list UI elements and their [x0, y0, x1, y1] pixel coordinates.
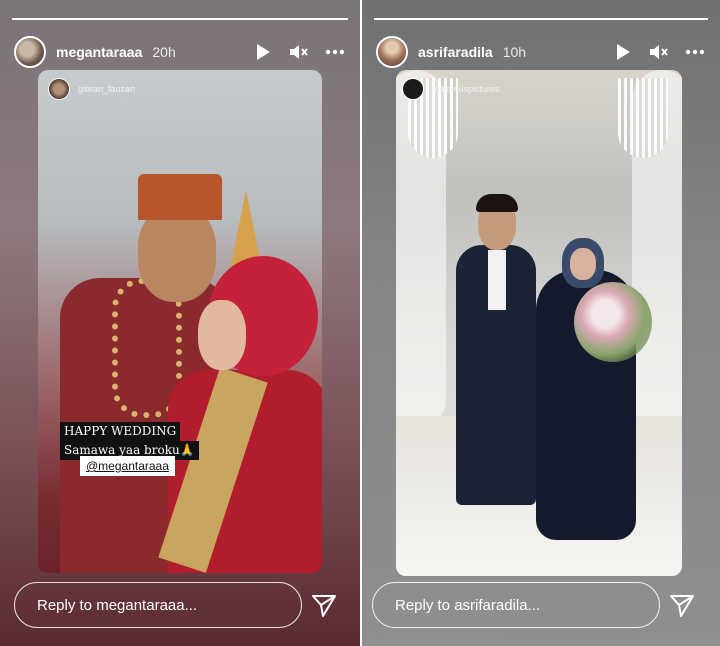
speaker-muted-icon[interactable] — [288, 41, 310, 63]
play-icon[interactable] — [252, 41, 274, 63]
avatar[interactable] — [14, 36, 46, 68]
story-progress-bar — [12, 12, 348, 26]
story-caption: HAPPY WEDDING Samawa yaa broku🙏 — [60, 422, 199, 460]
send-icon[interactable] — [669, 592, 695, 618]
caption-line-1: HAPPY WEDDING — [60, 422, 181, 441]
more-options-icon[interactable] — [324, 41, 346, 63]
reply-placeholder: Reply to asrifaradila... — [395, 596, 541, 614]
story-header: asrifaradila 10h — [376, 34, 706, 70]
story-media-wedding-photo: gibran_fauzan HAPPY WEDDING Samawa yaa b… — [38, 70, 322, 573]
story-panel-left: megantaraaa 20h gibran_fauzan HAPPY WEDD… — [0, 0, 360, 646]
avatar[interactable] — [376, 36, 408, 68]
story-progress-bar — [374, 12, 708, 26]
reply-input[interactable]: Reply to asrifaradila... — [372, 582, 660, 628]
story-media-wedding-photo: maximuspictures — [396, 70, 682, 576]
story-header: megantaraaa 20h — [14, 34, 346, 70]
story-time: 10h — [502, 44, 527, 60]
tagged-user-name: maximuspictures — [432, 84, 500, 94]
story-panel-right: asrifaradila 10h maximuspictures Reply t… — [362, 0, 720, 646]
story-username[interactable]: asrifaradila — [418, 44, 493, 60]
tagged-user[interactable]: maximuspictures — [402, 78, 500, 100]
story-username[interactable]: megantaraaa — [56, 44, 142, 60]
tagged-user-name: gibran_fauzan — [78, 84, 136, 94]
more-options-icon[interactable] — [684, 41, 706, 63]
speaker-muted-icon[interactable] — [648, 41, 670, 63]
play-icon[interactable] — [612, 41, 634, 63]
tagged-user[interactable]: gibran_fauzan — [48, 78, 135, 100]
reply-placeholder: Reply to megantaraaa... — [37, 596, 198, 614]
reply-input[interactable]: Reply to megantaraaa... — [14, 582, 302, 628]
story-time: 20h — [152, 44, 176, 60]
tagged-user-avatar — [402, 78, 424, 100]
send-icon[interactable] — [311, 592, 337, 618]
tagged-user-avatar — [48, 78, 70, 100]
mention-sticker[interactable]: @megantaraaa — [80, 456, 175, 476]
